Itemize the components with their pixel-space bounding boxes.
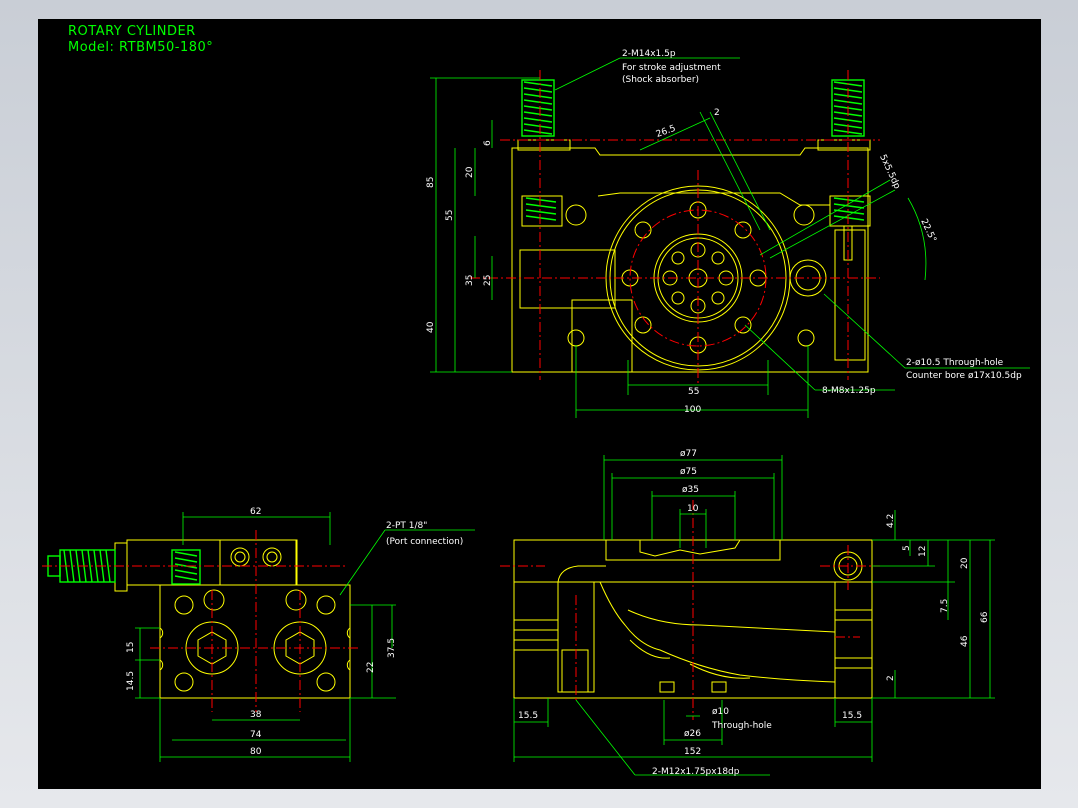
dim-2: 2 [714,108,720,118]
side-view-centerlines [42,530,360,712]
dim-46: 46 [960,635,970,647]
dim-26-5: 26.5 [655,124,677,140]
top-port-callout-3: (Shock absorber) [622,75,699,85]
dim-d77: ø77 [680,449,697,459]
dim-35: 35 [465,275,475,286]
side-view: 62 2-PT 1/8" (Port connection) 15 14.5 3… [42,507,475,762]
front-view-centerlines [500,500,880,720]
dim-40: 40 [426,321,436,333]
dim-d26: ø26 [684,729,701,739]
dim-4-2: 4.2 [886,514,896,528]
dim-6: 6 [483,140,493,146]
dim-20: 20 [960,557,970,569]
dim-85: 85 [426,177,436,188]
dim-20: 20 [465,166,475,178]
cad-drawing: 2-M14x1.5p For stroke adjustment (Shock … [42,49,1030,777]
side-view-threads [47,549,201,585]
dim-38: 38 [250,710,262,720]
viewer-frame: ROTARY CYLINDER Model: RTBM50-180° 2-M14… [0,0,1078,808]
dim-25: 25 [483,275,493,286]
dim-74: 74 [250,730,262,740]
side-port-callout-2: (Port connection) [386,537,463,547]
dim-14-5: 14.5 [126,671,136,691]
dim-22-5: 22.5° [918,218,937,244]
top-port-callout-2: For stroke adjustment [622,63,721,73]
dim-10: 10 [687,504,699,514]
dim-12: 12 [918,546,928,557]
dim-37-5: 37.5 [387,638,397,658]
side-port-callout-1: 2-PT 1/8" [386,521,427,531]
dim-152: 152 [684,747,701,757]
dim-15-5-left: 15.5 [518,711,538,721]
front-view: ø77 ø75 ø35 10 4.2 5 12 20 7.5 46 66 2 1… [500,449,995,777]
dim-7-5: 7.5 [940,599,950,613]
dim-5: 5 [902,545,912,551]
dim-80: 80 [250,747,262,757]
dim-66: 66 [980,611,990,623]
through-hole-label: Through-hole [711,721,772,731]
dim-15-5-right: 15.5 [842,711,862,721]
side-view-labels: 62 2-PT 1/8" (Port connection) 15 14.5 3… [126,507,463,757]
tap-callout-m8: 8-M8x1.25p [822,386,876,396]
dim-d35: ø35 [682,485,699,495]
dim-d75: ø75 [680,467,697,477]
top-view: 2-M14x1.5p For stroke adjustment (Shock … [426,49,1030,418]
top-view-threads [521,79,865,221]
dim-55: 55 [445,210,455,221]
dim-62: 62 [250,507,261,517]
front-view-labels: ø77 ø75 ø35 10 4.2 5 12 20 7.5 46 66 2 1… [518,449,990,777]
dim-100: 100 [684,405,701,415]
top-view-labels: 2-M14x1.5p For stroke adjustment (Shock … [426,49,1022,415]
hole-callout-2: Counter bore ø17x10.5dp [906,371,1022,381]
tap-callout-m12: 2-M12x1.75px18dp [652,767,740,777]
side-view-body [114,539,351,699]
dim-2: 2 [886,675,896,681]
dim-15: 15 [126,642,136,653]
top-view-centerlines [470,70,880,385]
hole-callout-1: 2-ø10.5 Through-hole [906,358,1004,368]
dim-22: 22 [366,662,376,673]
top-port-callout-1: 2-M14x1.5p [622,49,676,59]
dim-d10: ø10 [712,707,729,717]
dim-55-bottom: 55 [688,387,699,397]
top-view-body [511,139,871,373]
